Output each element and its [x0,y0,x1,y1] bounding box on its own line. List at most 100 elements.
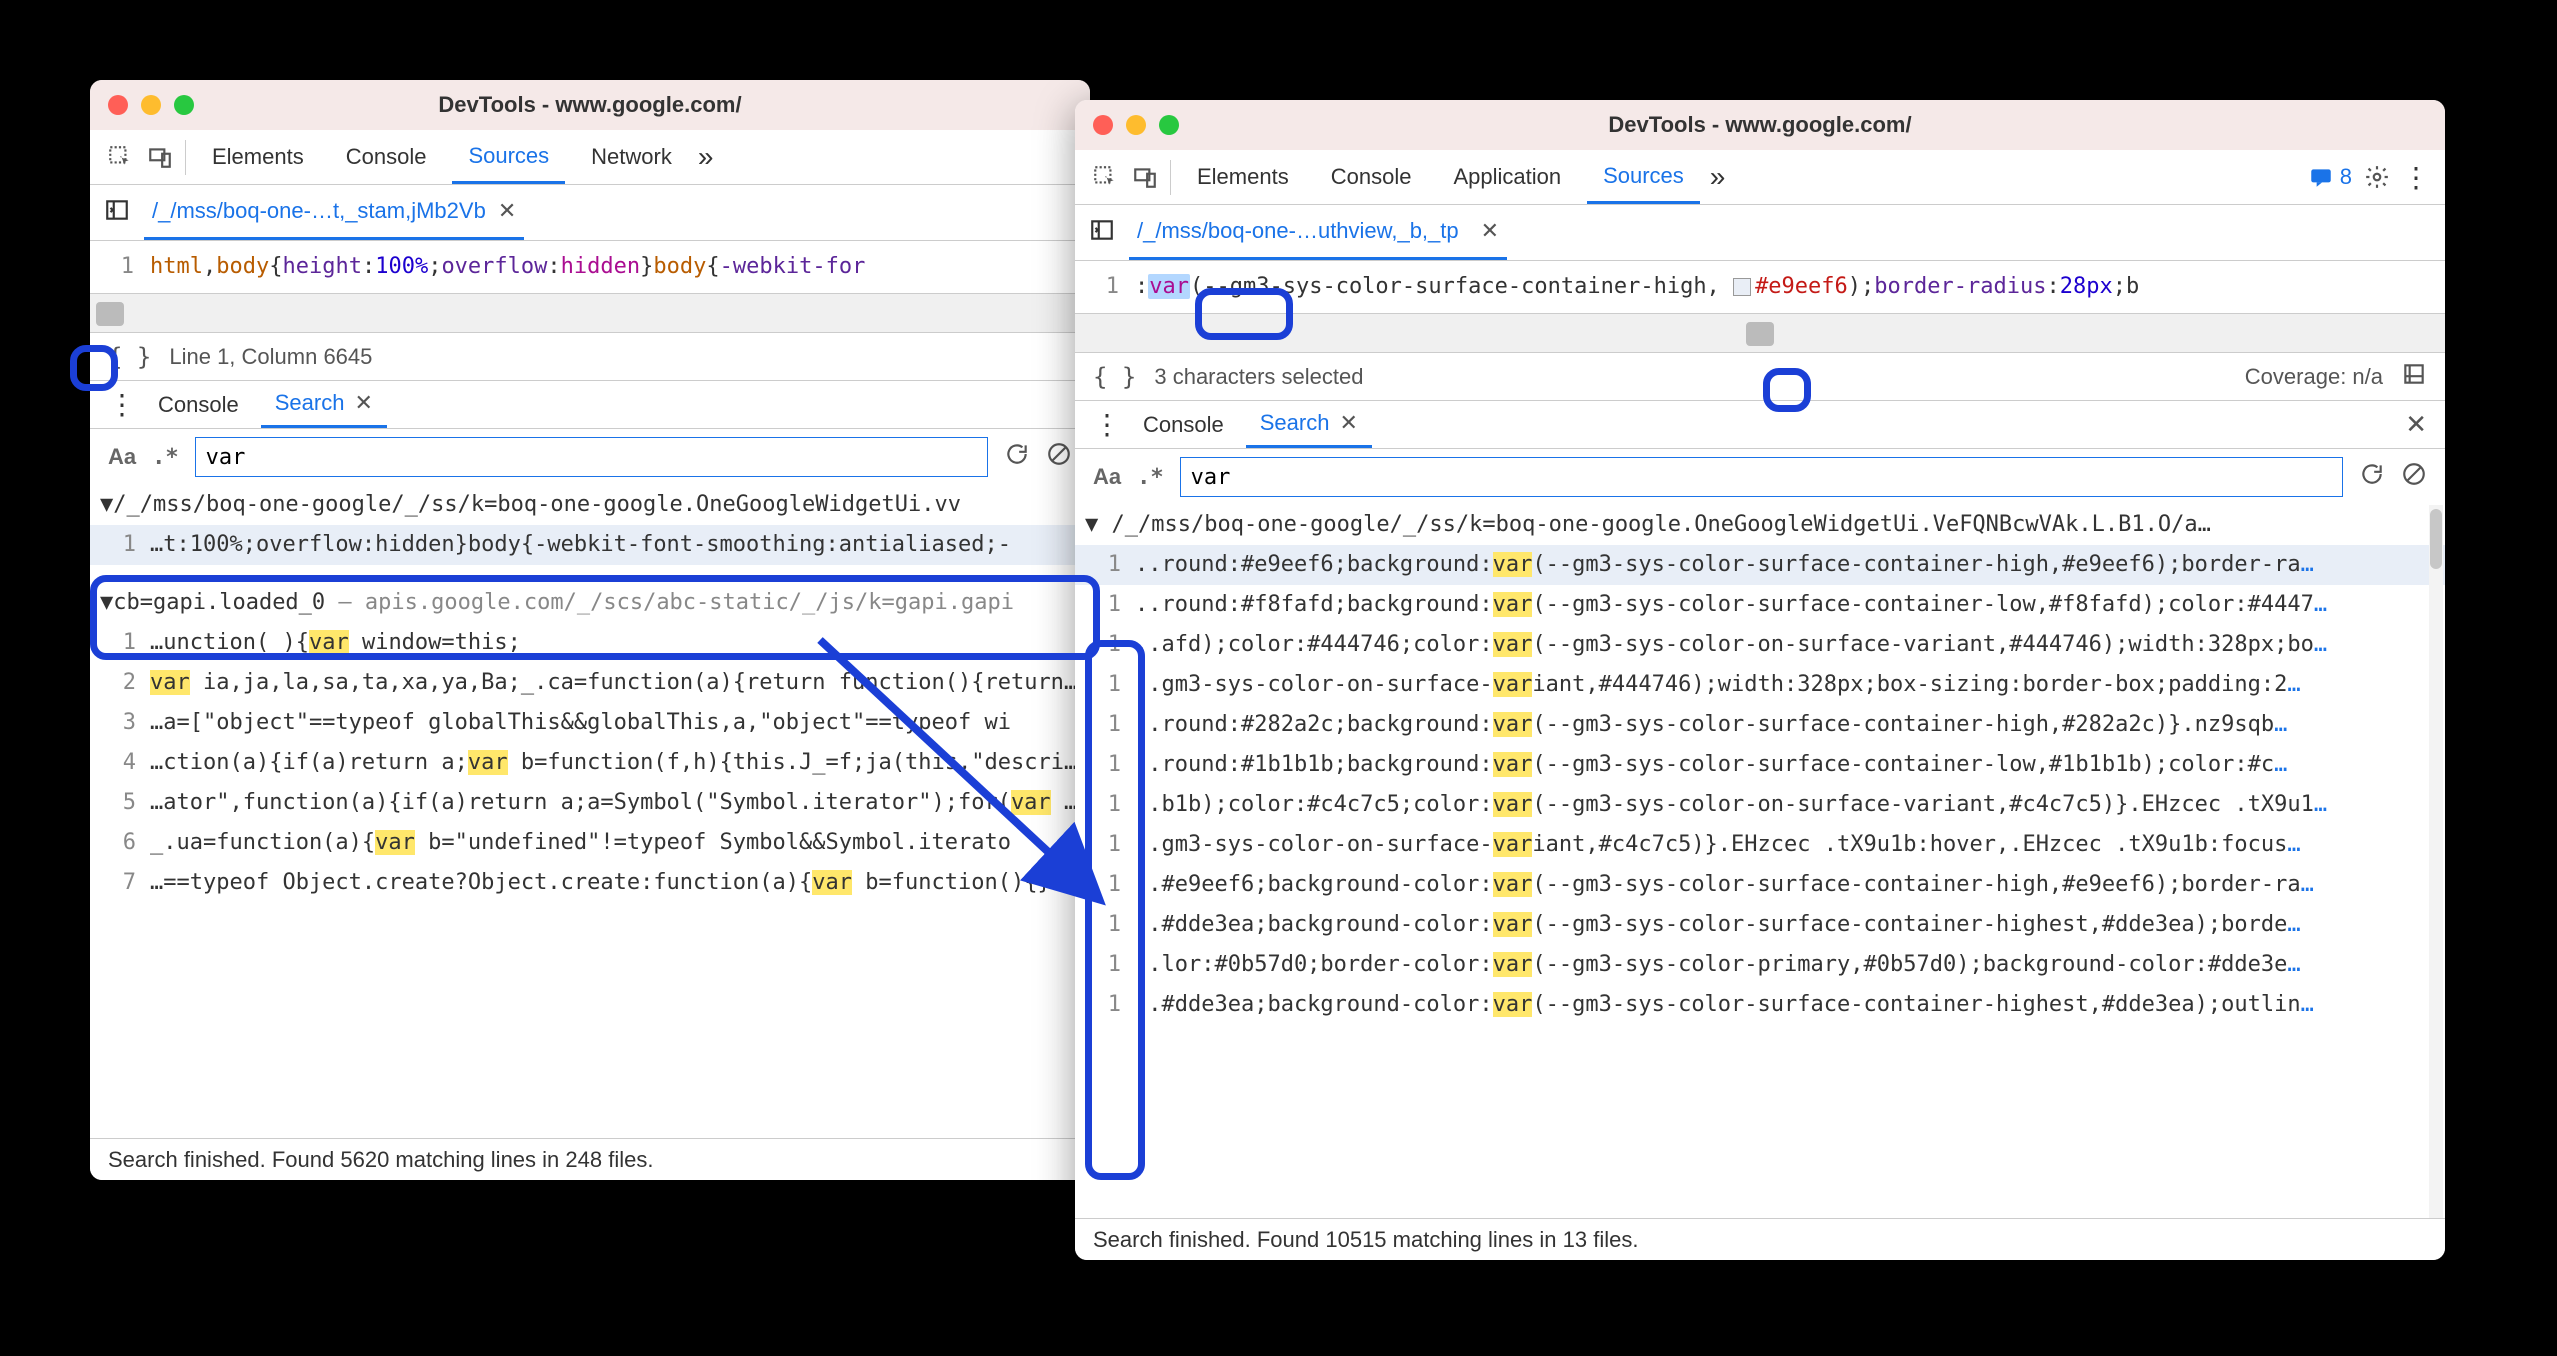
pretty-print-icon[interactable]: { } [108,343,151,371]
coverage-reload-icon[interactable] [2401,361,2427,393]
code-editor[interactable]: 1 :var(--gm3-sys-color-surface-container… [1075,261,2445,313]
more-tabs-icon[interactable]: » [698,141,714,173]
drawer-tab-search[interactable]: Search ✕ [1246,401,1372,448]
result-text: var ia,ja,la,sa,ta,xa,ya,Ba;_.ca=functio… [150,663,1090,703]
result-row[interactable]: 1..gm3-sys-color-on-surface-variant,#c4c… [1075,825,2445,865]
result-text: ..gm3-sys-color-on-surface-variant,#c4c7… [1135,825,2301,865]
match-case-toggle[interactable]: Aa [1093,464,1121,490]
close-tab-icon[interactable]: ✕ [1481,218,1499,244]
result-row[interactable]: 1..round:#f8fafd;background:var(--gm3-sy… [1075,585,2445,625]
match-case-toggle[interactable]: Aa [108,444,136,470]
result-row[interactable]: 1..afd);color:#444746;color:var(--gm3-sy… [1075,625,2445,665]
tab-console[interactable]: Console [1315,150,1428,204]
editor-status: { } 3 characters selected Coverage: n/a [1075,353,2445,401]
settings-icon[interactable] [2362,162,2392,192]
result-line-no: 1 [1075,705,1135,745]
result-line-no: 1 [90,623,150,663]
search-results[interactable]: ▼/_/mss/boq-one-google/_/ss/k=boq-one-go… [90,485,1090,1138]
close-window-button[interactable] [108,95,128,115]
close-tab-icon[interactable]: ✕ [498,198,516,224]
minimap[interactable] [90,293,1090,333]
close-drawer-tab-icon[interactable]: ✕ [1339,410,1357,436]
scrollbar-thumb[interactable] [2430,509,2442,569]
zoom-window-button[interactable] [174,95,194,115]
tab-console[interactable]: Console [330,130,443,184]
result-row[interactable]: 1..#dde3ea;background-color:var(--gm3-sy… [1075,905,2445,945]
result-row[interactable]: 1..round:#1b1b1b;background:var(--gm3-sy… [1075,745,2445,785]
result-line-no: 5 [90,783,150,823]
minimize-window-button[interactable] [1126,115,1146,135]
file-tab[interactable]: /_/mss/boq-one-…uthview,_b,_tp ✕ [1129,205,1507,260]
messages-badge[interactable]: 8 [2308,164,2352,190]
result-row[interactable]: 1..gm3-sys-color-on-surface-variant,#444… [1075,665,2445,705]
tab-sources[interactable]: Sources [452,130,565,184]
refresh-icon[interactable] [2359,461,2385,494]
result-row[interactable]: 1..round:#282a2c;background:var(--gm3-sy… [1075,705,2445,745]
search-input[interactable] [195,437,988,477]
close-window-button[interactable] [1093,115,1113,135]
minimize-window-button[interactable] [141,95,161,115]
inspect-icon[interactable] [1090,162,1120,192]
clear-icon[interactable] [1046,441,1072,474]
tab-elements[interactable]: Elements [1181,150,1305,204]
more-tabs-icon[interactable]: » [1710,161,1726,193]
traffic-lights [1093,115,1179,135]
drawer-tab-search[interactable]: Search ✕ [261,381,387,428]
main-menu-icon[interactable]: ⋮ [2402,161,2430,194]
scrollbar[interactable] [2429,505,2443,1218]
result-row[interactable]: 1..b1b);color:#c4c7c5;color:var(--gm3-sy… [1075,785,2445,825]
result-line-no: 1 [1075,585,1135,625]
navigator-toggle-icon[interactable] [1089,217,1115,249]
editor-status: { } Line 1, Column 6645 [90,333,1090,381]
result-row[interactable]: 4…ction(a){if(a)return a;var b=function(… [90,743,1090,783]
tab-application[interactable]: Application [1437,150,1577,204]
result-row[interactable]: 3…a=["object"==typeof globalThis&&global… [90,703,1090,743]
result-row[interactable]: 1..round:#e9eef6;background:var(--gm3-sy… [1075,545,2445,585]
regex-toggle[interactable]: .* [1137,465,1164,490]
result-line-no: 1 [1075,865,1135,905]
minimap-thumb[interactable] [96,302,124,326]
cursor-position: Line 1, Column 6645 [169,344,372,370]
minimap[interactable] [1075,313,2445,353]
result-row[interactable]: 1..lor:#0b57d0;border-color:var(--gm3-sy… [1075,945,2445,985]
tab-sources[interactable]: Sources [1587,150,1700,204]
zoom-window-button[interactable] [1159,115,1179,135]
result-row[interactable]: 1..#dde3ea;background-color:var(--gm3-sy… [1075,985,2445,1025]
divider [185,140,186,175]
device-toggle-icon[interactable] [145,142,175,172]
result-row[interactable]: 7…==typeof Object.create?Object.create:f… [90,863,1090,903]
device-toggle-icon[interactable] [1130,162,1160,192]
close-drawer-tab-icon[interactable]: ✕ [354,390,372,416]
result-group-header[interactable]: ▼/_/mss/boq-one-google/_/ss/k=boq-one-go… [90,485,1090,525]
result-text: …==typeof Object.create?Object.create:fu… [150,863,1051,903]
search-results[interactable]: ▼ /_/mss/boq-one-google/_/ss/k=boq-one-g… [1075,505,2445,1218]
result-row[interactable]: 1…unction(_){var window=this; [90,623,1090,663]
result-text: ..round:#e9eef6;background:var(--gm3-sys… [1135,545,2314,585]
drawer-tab-console[interactable]: Console [1129,401,1238,448]
inspect-icon[interactable] [105,142,135,172]
close-drawer-icon[interactable]: ✕ [2405,409,2427,440]
result-group-header[interactable]: ▼ /_/mss/boq-one-google/_/ss/k=boq-one-g… [1075,505,2445,545]
pretty-print-icon[interactable]: { } [1093,363,1136,391]
result-group-header[interactable]: ▼cb=gapi.loaded_0 — apis.google.com/_/sc… [90,583,1090,623]
tab-network[interactable]: Network [575,130,688,184]
tab-elements[interactable]: Elements [196,130,320,184]
drawer-menu-icon[interactable]: ⋮ [1093,408,1121,441]
result-text: ..b1b);color:#c4c7c5;color:var(--gm3-sys… [1135,785,2327,825]
result-row[interactable]: 5…ator",function(a){if(a)return a;a=Symb… [90,783,1090,823]
navigator-toggle-icon[interactable] [104,197,130,229]
file-tab[interactable]: /_/mss/boq-one-…t,_stam,jMb2Vb ✕ [144,185,524,240]
clear-icon[interactable] [2401,461,2427,494]
result-row[interactable]: 2var ia,ja,la,sa,ta,xa,ya,Ba;_.ca=functi… [90,663,1090,703]
color-swatch-icon[interactable] [1733,278,1751,296]
result-row[interactable]: 1..#e9eef6;background-color:var(--gm3-sy… [1075,865,2445,905]
code-editor[interactable]: 1 html,body{height:100%;overflow:hidden}… [90,241,1090,293]
refresh-icon[interactable] [1004,441,1030,474]
regex-toggle[interactable]: .* [152,445,179,470]
search-input[interactable] [1180,457,2343,497]
minimap-thumb[interactable] [1746,322,1774,346]
result-row[interactable]: 1 …t:100%;overflow:hidden}body{-webkit-f… [90,525,1090,565]
drawer-tab-console[interactable]: Console [144,381,253,428]
result-row[interactable]: 6_.ua=function(a){var b="undefined"!=typ… [90,823,1090,863]
drawer-menu-icon[interactable]: ⋮ [108,388,136,421]
